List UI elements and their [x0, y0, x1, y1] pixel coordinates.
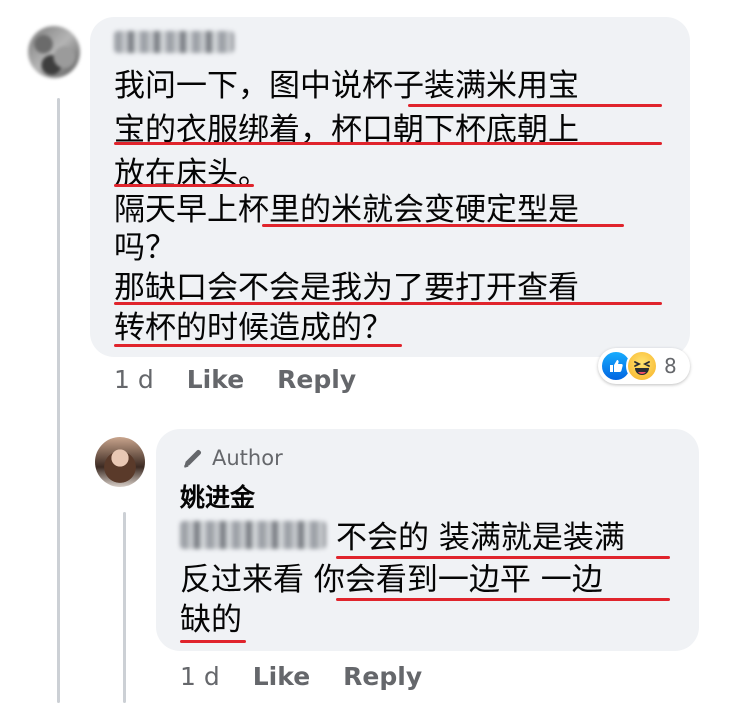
- annotation-underline: [336, 556, 670, 559]
- reply-actions: 1 d Like Reply: [180, 662, 455, 691]
- annotation-underline: [114, 142, 662, 145]
- comment-text-line: 转杯的时候造成的？: [114, 310, 393, 346]
- reply-text-line: 反过来看 你会看到一边平 一边: [180, 562, 603, 598]
- reply-thread-line: [123, 512, 126, 703]
- thread-line: [57, 98, 60, 703]
- like-button[interactable]: Like: [187, 365, 244, 394]
- annotation-underline: [114, 302, 662, 305]
- author-avatar[interactable]: [95, 437, 145, 487]
- author-badge: Author: [180, 443, 283, 473]
- author-name[interactable]: 姚进金: [180, 478, 255, 514]
- reaction-count: 8: [664, 354, 677, 378]
- comment-timestamp[interactable]: 1 d: [114, 365, 154, 394]
- reply-text-line: 缺的: [180, 602, 242, 638]
- reply-button[interactable]: Reply: [277, 365, 356, 394]
- annotation-underline: [114, 184, 254, 187]
- reply-timestamp[interactable]: 1 d: [180, 662, 220, 691]
- like-button[interactable]: Like: [253, 662, 310, 691]
- annotation-underline: [180, 640, 246, 643]
- haha-reaction-icon: [626, 350, 658, 382]
- mentioned-name-blurred[interactable]: [180, 521, 326, 549]
- pencil-icon: [184, 450, 201, 468]
- comment-text-line: 我问一下，图中说杯子装满米用宝: [114, 68, 579, 104]
- commenter-avatar[interactable]: [28, 26, 80, 78]
- annotation-underline: [336, 598, 670, 601]
- comment-actions: 1 d Like Reply: [114, 365, 389, 394]
- annotation-underline: [262, 224, 624, 227]
- comment-text-line: 吗？: [114, 230, 176, 266]
- author-badge-label: Author: [212, 446, 283, 470]
- annotation-underline: [408, 104, 662, 107]
- reply-text-line: 不会的 装满就是装满: [336, 520, 625, 556]
- comment-text-line: 放在床头。: [114, 156, 269, 192]
- reply-button[interactable]: Reply: [343, 662, 422, 691]
- reaction-summary[interactable]: 8: [598, 348, 690, 384]
- annotation-underline: [114, 344, 402, 347]
- commenter-name-blurred[interactable]: [114, 31, 234, 53]
